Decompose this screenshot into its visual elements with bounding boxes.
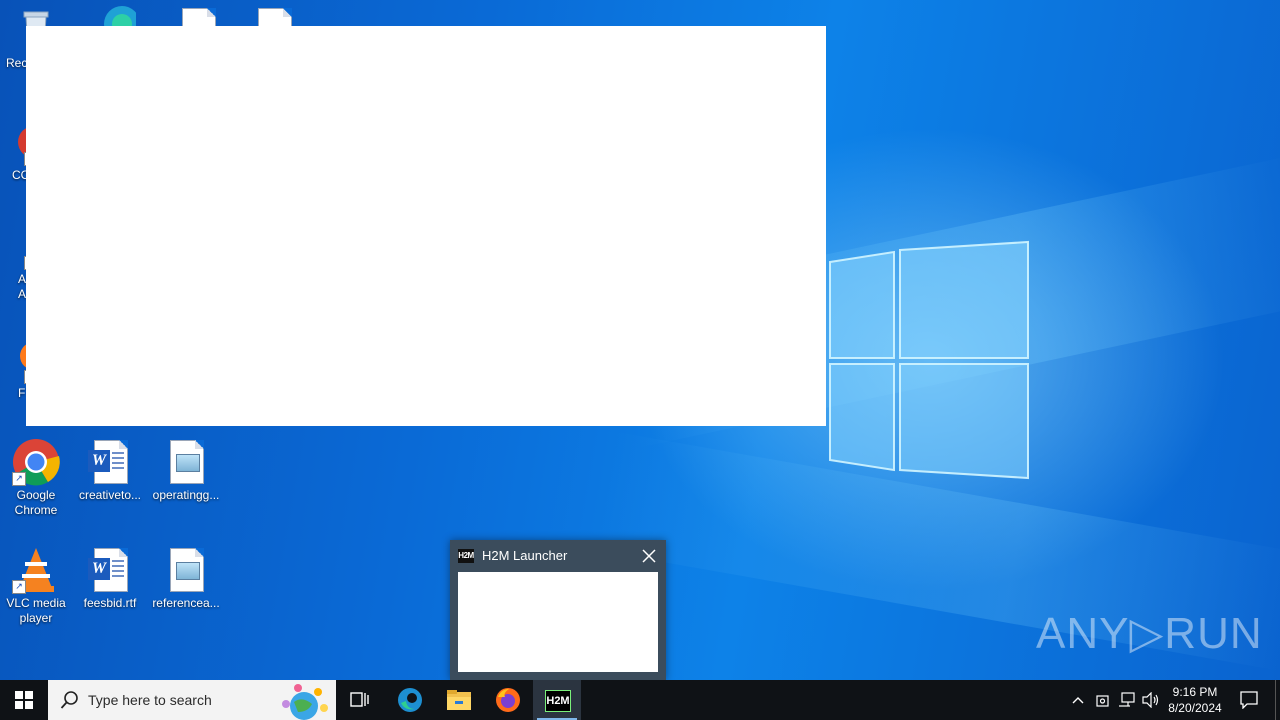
desktop-icon-vlc[interactable]: ↗ VLC media player: [0, 546, 72, 626]
volume-button[interactable]: [1140, 680, 1162, 720]
desktop-icon-label: operatingg...: [152, 488, 220, 502]
vlc-icon: ↗: [12, 546, 60, 594]
windows-start-icon: [15, 691, 33, 709]
taskbar-firefox-button[interactable]: [484, 680, 532, 720]
folder-icon: [447, 690, 471, 710]
start-button[interactable]: [0, 680, 48, 720]
firefox-icon: [496, 688, 520, 712]
desktop-icon-google-chrome[interactable]: ↗ Google Chrome: [0, 438, 72, 518]
image-file-icon: [162, 546, 210, 594]
search-icon: [60, 691, 78, 709]
desktop-icon-label: creativeto...: [78, 488, 142, 502]
image-file-icon: [162, 438, 210, 486]
task-view-button[interactable]: [336, 680, 384, 720]
desktop-icon-label: referencea...: [152, 596, 220, 610]
desktop-icon-referencea[interactable]: referencea...: [150, 546, 222, 611]
word-document-icon: W: [86, 438, 134, 486]
edge-icon: [398, 688, 422, 712]
taskbar-file-explorer-button[interactable]: [435, 680, 483, 720]
blank-window[interactable]: [26, 26, 826, 426]
action-center-button[interactable]: [1232, 680, 1266, 720]
clock-time: 9:16 PM: [1172, 685, 1218, 699]
shortcut-arrow-icon: ↗: [12, 580, 26, 594]
windows-logo-wallpaper: [829, 240, 1029, 480]
shortcut-arrow-icon: ↗: [12, 472, 26, 486]
chevron-up-icon: [1072, 697, 1084, 704]
desktop-background: Rec ↗ CC ↗ AA ↗ F: [0, 0, 1280, 680]
taskbar-edge-button[interactable]: [386, 680, 434, 720]
desktop-icon-creativeto[interactable]: W creativeto...: [74, 438, 146, 503]
speaker-icon: [1142, 692, 1159, 708]
close-icon: [642, 549, 656, 563]
chrome-icon: ↗: [12, 438, 60, 486]
network-icon: [1119, 692, 1135, 707]
notification-icon: [1240, 691, 1258, 709]
h2m-logo-icon: H2M: [545, 690, 571, 712]
window-title: H2M Launcher: [482, 548, 568, 563]
h2m-logo-icon: H2M: [458, 549, 474, 563]
tray-app-icon[interactable]: [1092, 680, 1114, 720]
taskbar-search-box[interactable]: Type here to search: [48, 680, 336, 720]
show-hidden-icons-button[interactable]: [1068, 680, 1088, 720]
network-button[interactable]: [1116, 680, 1138, 720]
launcher-content-area: [458, 572, 658, 672]
search-highlight-illustration-icon: [282, 684, 328, 720]
desktop-icon-feesbid[interactable]: W feesbid.rtf: [74, 546, 146, 611]
desktop-icon-operatingg[interactable]: operatingg...: [150, 438, 222, 503]
anyrun-watermark: ANY▷RUN: [1036, 609, 1263, 658]
close-button[interactable]: [638, 545, 660, 567]
taskbar-clock[interactable]: 9:16 PM 8/20/2024: [1160, 684, 1230, 716]
desktop-icon-label: feesbid.rtf: [83, 596, 137, 610]
desktop-icon-label: VLC media player: [6, 596, 66, 625]
word-document-icon: W: [86, 546, 134, 594]
task-view-icon: [350, 692, 369, 707]
taskbar: Type here to search H2M 9:16 PM 8/20/202…: [0, 680, 1280, 720]
h2m-launcher-window[interactable]: H2M H2M Launcher: [450, 540, 666, 680]
desktop-icon-label: Google Chrome: [14, 488, 58, 517]
taskbar-h2m-launcher-button[interactable]: H2M: [533, 680, 581, 720]
show-desktop-button[interactable]: [1275, 680, 1280, 720]
clock-date: 8/20/2024: [1168, 701, 1222, 715]
meeting-icon: [1096, 695, 1109, 707]
search-placeholder: Type here to search: [88, 692, 212, 708]
